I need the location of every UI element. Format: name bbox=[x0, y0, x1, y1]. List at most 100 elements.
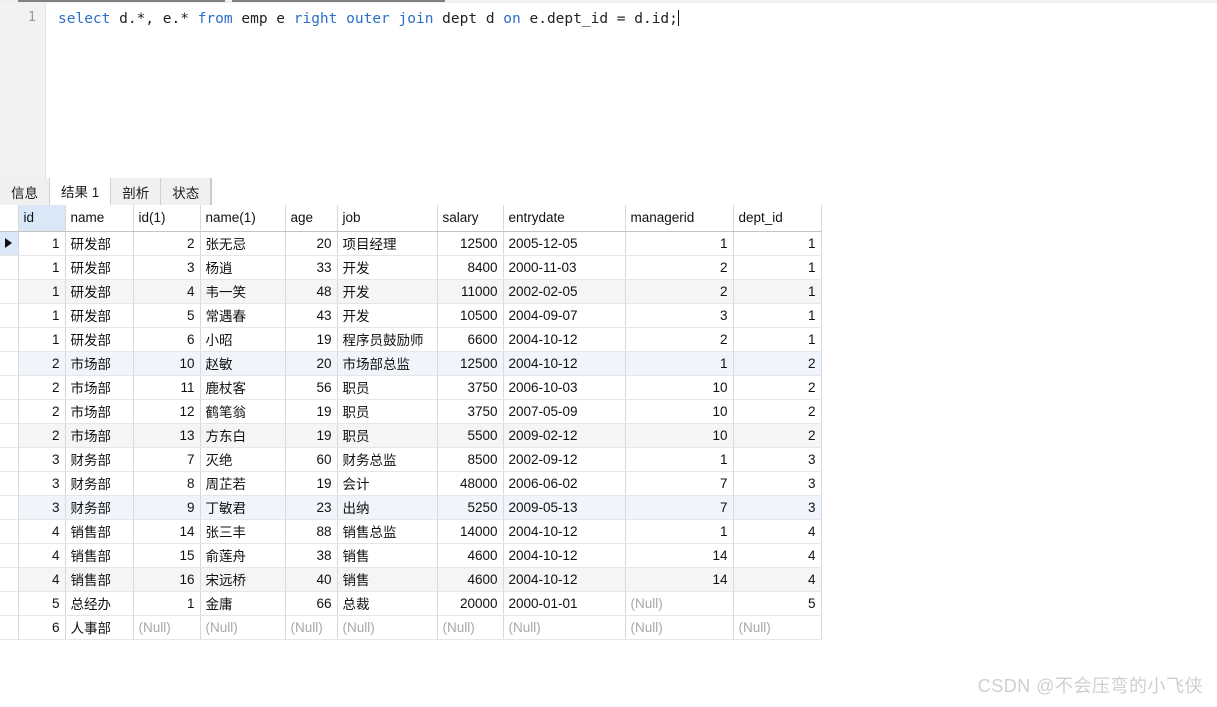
row-selector-cell[interactable] bbox=[0, 375, 19, 400]
column-header-entrydate[interactable]: entrydate bbox=[503, 205, 626, 232]
cell-name[interactable]: 销售部 bbox=[65, 519, 134, 544]
cell-name1[interactable]: 俞莲舟 bbox=[200, 543, 286, 568]
results-grid-body[interactable]: 1 研发部 2 张无忌 20 项目经理 12500 2005-12-05 1 1 1 研发部 3 杨逍 33… bbox=[0, 231, 822, 640]
table-row[interactable]: 2 市场部 10 赵敏 20 市场部总监 12500 2004-10-12 1 2 bbox=[0, 351, 822, 376]
cell-dept_id[interactable]: 4 bbox=[733, 543, 822, 568]
cell-job[interactable]: 开发 bbox=[337, 303, 438, 328]
cell-id[interactable]: 3 bbox=[18, 447, 66, 472]
column-header-managerid[interactable]: managerid bbox=[625, 205, 734, 232]
cell-job[interactable]: 职员 bbox=[337, 375, 438, 400]
cell-dept_id[interactable]: 4 bbox=[733, 519, 822, 544]
cell-salary[interactable]: 12500 bbox=[437, 351, 504, 376]
cell-job[interactable]: 程序员鼓励师 bbox=[337, 327, 438, 352]
cell-id1[interactable]: 3 bbox=[133, 255, 201, 280]
cell-job[interactable]: 开发 bbox=[337, 279, 438, 304]
cell-name1[interactable]: 灭绝 bbox=[200, 447, 286, 472]
cell-name[interactable]: 人事部 bbox=[65, 615, 134, 640]
cell-entrydate[interactable]: 2002-09-12 bbox=[503, 447, 626, 472]
cell-age[interactable]: 20 bbox=[285, 231, 338, 256]
cell-job[interactable]: 销售 bbox=[337, 567, 438, 592]
results-grid[interactable]: id name id(1) name(1) age job salary entrydate m… bbox=[0, 205, 822, 640]
sql-editor[interactable]: 1 select d.*, e.* from emp e right outer… bbox=[0, 3, 1217, 178]
cell-name[interactable]: 市场部 bbox=[65, 399, 134, 424]
cell-entrydate[interactable]: 2009-02-12 bbox=[503, 423, 626, 448]
cell-id1[interactable]: 11 bbox=[133, 375, 201, 400]
cell-name1[interactable]: 鹿杖客 bbox=[200, 375, 286, 400]
cell-id[interactable]: 2 bbox=[18, 423, 66, 448]
cell-id1[interactable]: 1 bbox=[133, 591, 201, 616]
cell-salary[interactable]: 5250 bbox=[437, 495, 504, 520]
row-selector-cell[interactable] bbox=[0, 591, 19, 616]
cell-managerid[interactable]: 1 bbox=[625, 447, 734, 472]
column-header-job[interactable]: job bbox=[337, 205, 438, 232]
column-header-id[interactable]: id bbox=[18, 205, 66, 232]
cell-dept_id[interactable]: 2 bbox=[733, 399, 822, 424]
row-selector-cell[interactable] bbox=[0, 567, 19, 592]
cell-id[interactable]: 4 bbox=[18, 519, 66, 544]
cell-age[interactable]: 66 bbox=[285, 591, 338, 616]
row-selector-cell[interactable] bbox=[0, 399, 19, 424]
column-header-age[interactable]: age bbox=[285, 205, 338, 232]
cell-salary[interactable]: 12500 bbox=[437, 231, 504, 256]
cell-dept_id[interactable]: 2 bbox=[733, 423, 822, 448]
cell-salary[interactable]: 8400 bbox=[437, 255, 504, 280]
cell-entrydate[interactable]: 2000-01-01 bbox=[503, 591, 626, 616]
row-selector-cell[interactable] bbox=[0, 327, 19, 352]
cell-managerid[interactable]: (Null) bbox=[625, 591, 734, 616]
cell-name1[interactable]: 金庸 bbox=[200, 591, 286, 616]
cell-name[interactable]: 研发部 bbox=[65, 303, 134, 328]
cell-job[interactable]: 出纳 bbox=[337, 495, 438, 520]
column-header-name[interactable]: name bbox=[65, 205, 134, 232]
cell-managerid[interactable]: (Null) bbox=[625, 615, 734, 640]
cell-age[interactable]: 19 bbox=[285, 423, 338, 448]
cell-name[interactable]: 研发部 bbox=[65, 255, 134, 280]
cell-salary[interactable]: 10500 bbox=[437, 303, 504, 328]
cell-name1[interactable]: 鹤笔翁 bbox=[200, 399, 286, 424]
cell-salary[interactable]: 4600 bbox=[437, 543, 504, 568]
cell-id[interactable]: 1 bbox=[18, 255, 66, 280]
cell-name[interactable]: 市场部 bbox=[65, 375, 134, 400]
table-row[interactable]: 1 研发部 5 常遇春 43 开发 10500 2004-09-07 3 1 bbox=[0, 303, 822, 328]
cell-entrydate[interactable]: (Null) bbox=[503, 615, 626, 640]
row-selector-cell[interactable] bbox=[0, 519, 19, 544]
row-selector-cell[interactable] bbox=[0, 303, 19, 328]
cell-age[interactable]: 20 bbox=[285, 351, 338, 376]
cell-managerid[interactable]: 1 bbox=[625, 351, 734, 376]
cell-name1[interactable]: 张无忌 bbox=[200, 231, 286, 256]
table-row[interactable]: 4 销售部 15 俞莲舟 38 销售 4600 2004-10-12 14 4 bbox=[0, 543, 822, 568]
cell-id1[interactable]: 2 bbox=[133, 231, 201, 256]
cell-job[interactable]: 会计 bbox=[337, 471, 438, 496]
cell-dept_id[interactable]: 1 bbox=[733, 255, 822, 280]
cell-salary[interactable]: 6600 bbox=[437, 327, 504, 352]
cell-salary[interactable]: 5500 bbox=[437, 423, 504, 448]
cell-entrydate[interactable]: 2002-02-05 bbox=[503, 279, 626, 304]
table-row[interactable]: 1 研发部 4 韦一笑 48 开发 11000 2002-02-05 2 1 bbox=[0, 279, 822, 304]
tab-3[interactable]: 状态 bbox=[161, 178, 212, 205]
cell-salary[interactable]: 3750 bbox=[437, 399, 504, 424]
cell-id[interactable]: 1 bbox=[18, 327, 66, 352]
row-selector-cell[interactable] bbox=[0, 447, 19, 472]
column-header-dept_id[interactable]: dept_id bbox=[733, 205, 822, 232]
cell-dept_id[interactable]: 2 bbox=[733, 375, 822, 400]
column-header-name1[interactable]: name(1) bbox=[200, 205, 286, 232]
row-selector-cell[interactable] bbox=[0, 279, 19, 304]
cell-name1[interactable]: 常遇春 bbox=[200, 303, 286, 328]
cell-id[interactable]: 4 bbox=[18, 543, 66, 568]
cell-id[interactable]: 1 bbox=[18, 303, 66, 328]
cell-managerid[interactable]: 2 bbox=[625, 327, 734, 352]
cell-id1[interactable]: 6 bbox=[133, 327, 201, 352]
cell-name[interactable]: 研发部 bbox=[65, 327, 134, 352]
cell-job[interactable]: 项目经理 bbox=[337, 231, 438, 256]
cell-id1[interactable]: 4 bbox=[133, 279, 201, 304]
cell-entrydate[interactable]: 2004-09-07 bbox=[503, 303, 626, 328]
cell-age[interactable]: 19 bbox=[285, 399, 338, 424]
cell-name1[interactable]: 宋远桥 bbox=[200, 567, 286, 592]
cell-name[interactable]: 财务部 bbox=[65, 471, 134, 496]
cell-job[interactable]: 职员 bbox=[337, 399, 438, 424]
cell-managerid[interactable]: 2 bbox=[625, 255, 734, 280]
cell-id1[interactable]: 7 bbox=[133, 447, 201, 472]
cell-entrydate[interactable]: 2004-10-12 bbox=[503, 351, 626, 376]
cell-id1[interactable]: 8 bbox=[133, 471, 201, 496]
row-selector-cell[interactable] bbox=[0, 543, 19, 568]
tab-0[interactable]: 信息 bbox=[0, 178, 50, 205]
